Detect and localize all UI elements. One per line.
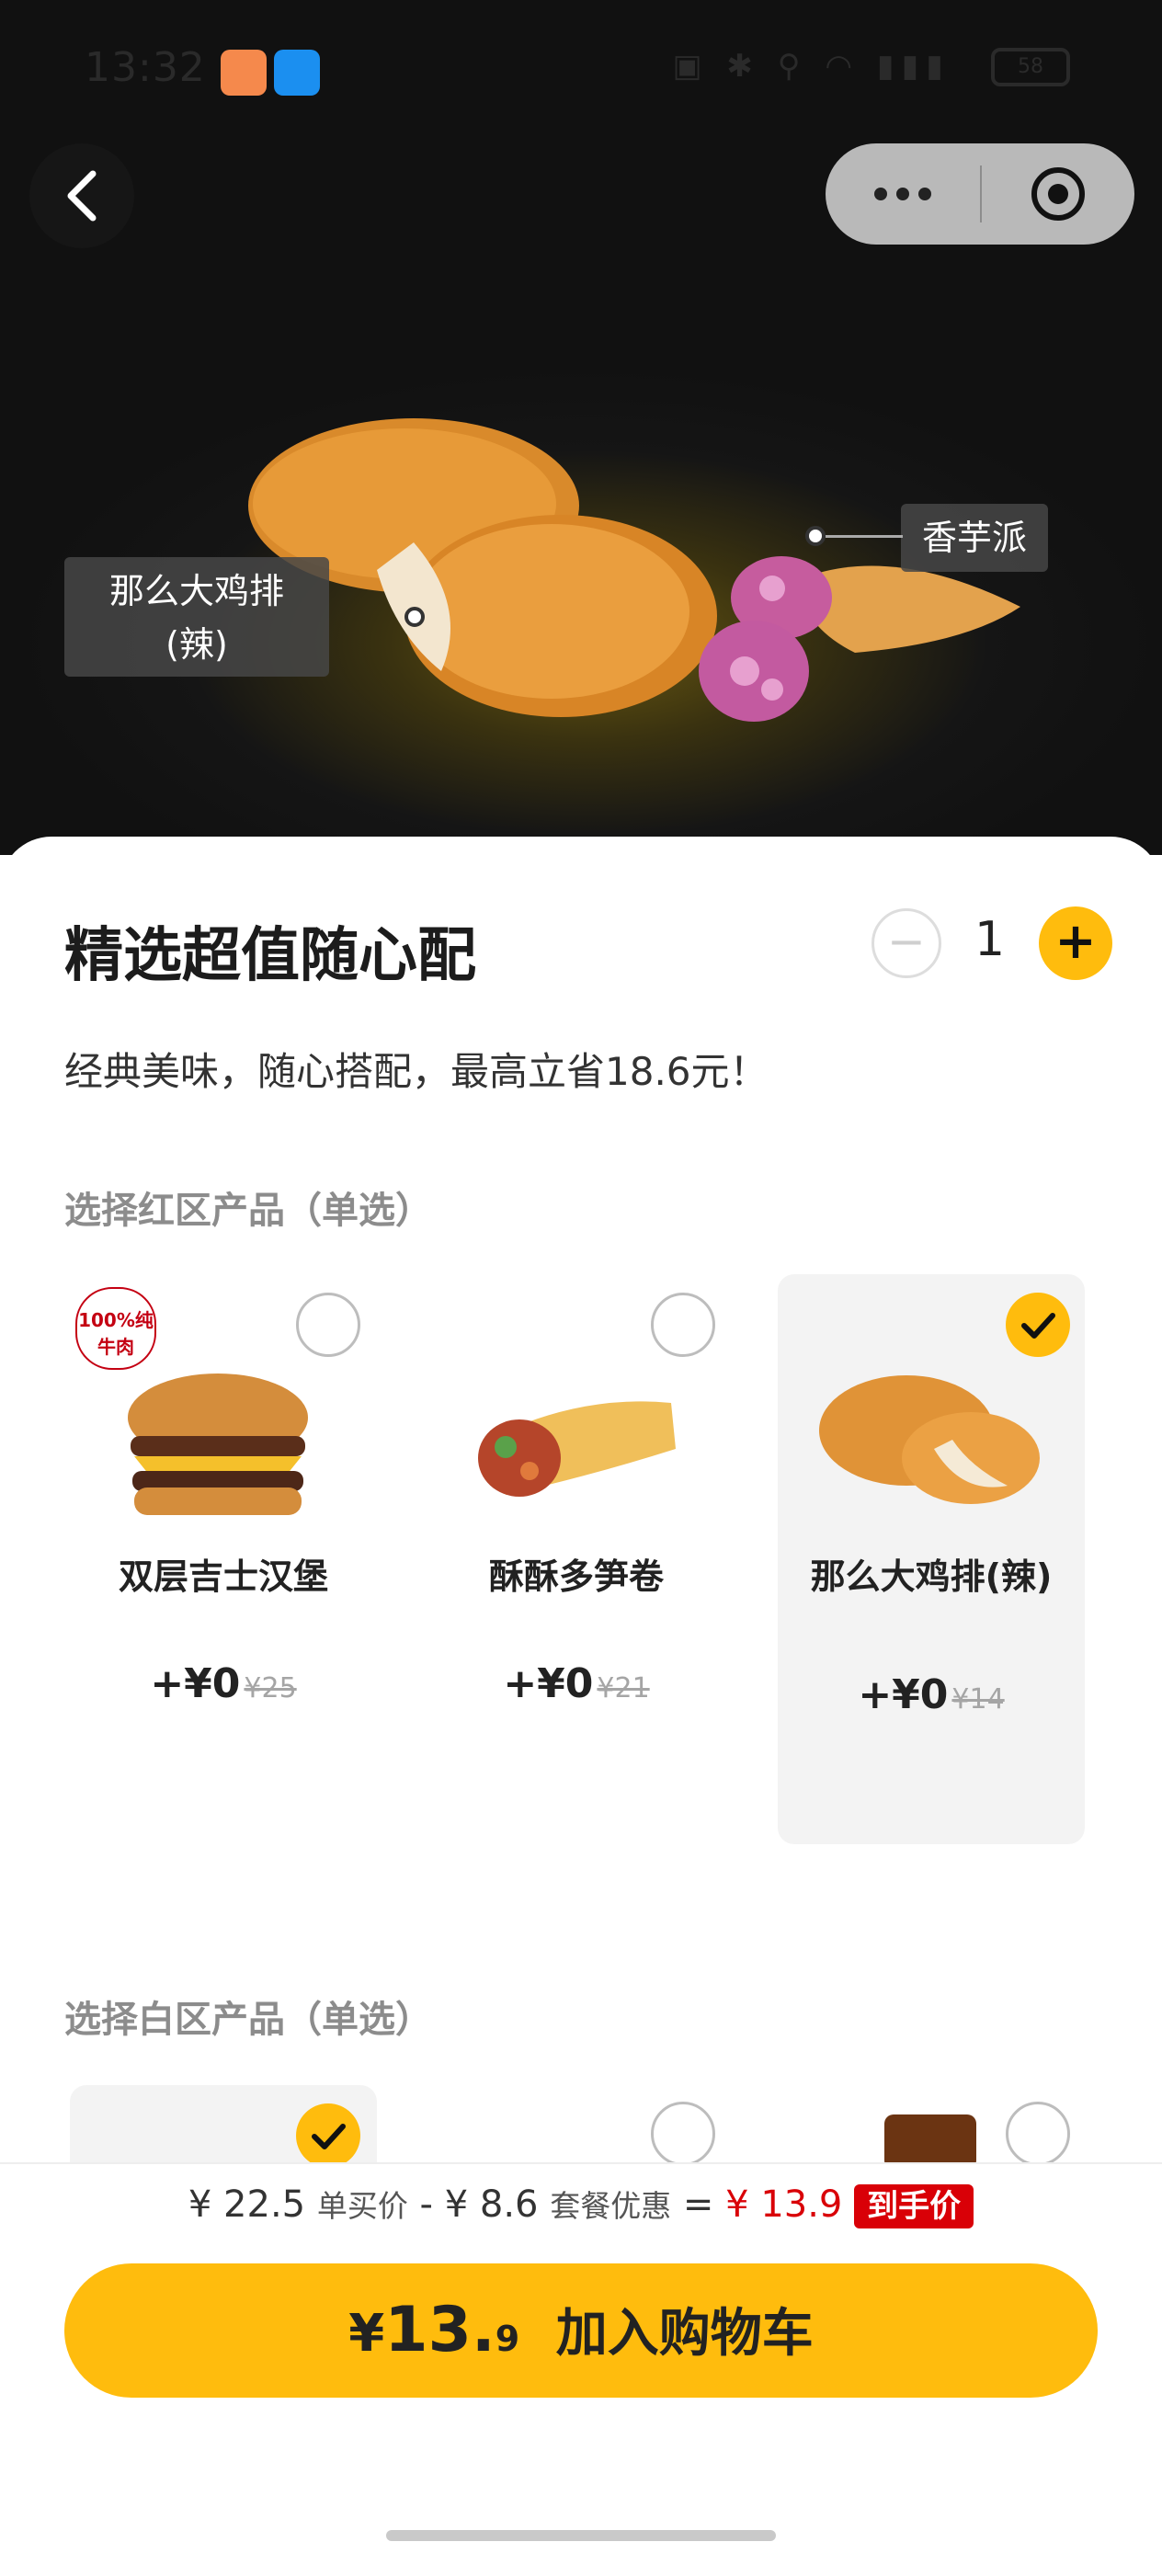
product-card-chicken-cutlet[interactable]: 那么大鸡排(辣) +¥0 ¥14 (778, 1274, 1085, 1844)
home-indicator[interactable] (386, 2530, 776, 2541)
add-to-cart-button[interactable]: ¥13.9 加入购物车 (64, 2263, 1098, 2398)
single-price: ¥ 22.5 (188, 2183, 306, 2226)
increase-quantity-button[interactable]: + (1039, 906, 1112, 980)
hero-label-pie: 香芋派 (901, 504, 1048, 572)
miniapp-capsule (826, 143, 1134, 245)
target-icon (1031, 167, 1085, 221)
product-price: +¥0 ¥25 (150, 1660, 297, 1707)
original-price: ¥21 (597, 1672, 650, 1704)
white-zone-card-3-radio[interactable] (1006, 2102, 1070, 2166)
select-radio[interactable] (651, 1293, 715, 1357)
final-price: ¥ 13.9 (725, 2183, 843, 2226)
single-price-label: 单买价 (316, 2188, 408, 2224)
select-radio[interactable] (296, 1293, 360, 1357)
product-name: 双层吉士汉堡 (118, 1556, 328, 1597)
final-price-badge: 到手价 (854, 2184, 974, 2228)
chevron-left-icon (67, 170, 97, 222)
more-options-button[interactable] (826, 188, 980, 200)
decrease-quantity-button[interactable]: − (872, 908, 941, 978)
check-icon (1021, 1313, 1055, 1339)
hero-label-chicken: 那么大鸡排 (辣) (64, 557, 329, 677)
product-name: 那么大鸡排(辣) (810, 1556, 1053, 1597)
product-name: 酥酥多笋卷 (488, 1556, 664, 1597)
burger-image (128, 1373, 308, 1515)
close-miniapp-button[interactable] (982, 164, 1134, 224)
wrap-image (478, 1401, 676, 1497)
discount-amount: ¥ 8.6 (444, 2183, 539, 2226)
app-notification-icon-2 (274, 50, 320, 96)
original-price: ¥25 (244, 1672, 297, 1704)
check-icon (312, 2124, 346, 2149)
quantity-value: 1 (974, 912, 1006, 967)
chocolate-snack-image (884, 2114, 976, 2170)
app-notification-icon (221, 50, 267, 96)
red-zone-label: 选择红区产品（单选） (64, 1190, 432, 1232)
discount-label: 套餐优惠 (550, 2188, 672, 2224)
product-description: 经典美味，随心搭配，最高立省18.6元！ (64, 1049, 769, 1094)
original-price: ¥14 (951, 1683, 1005, 1715)
product-price: +¥0 ¥14 (858, 1671, 1005, 1718)
select-radio-checked[interactable] (1006, 1293, 1070, 1357)
product-price: +¥0 ¥21 (503, 1660, 650, 1707)
price-summary: ¥ 22.5 单买价 - ¥ 8.6 套餐优惠 = ¥ 13.9 到手价 (0, 2181, 1162, 2228)
white-zone-label: 选择白区产品（单选） (64, 1999, 432, 2041)
back-button[interactable] (29, 143, 134, 248)
status-time: 13:32 (85, 44, 206, 91)
add-to-cart-label: 加入购物车 (555, 2304, 814, 2364)
hero-hotspot-chicken[interactable] (404, 607, 425, 627)
product-title: 精选超值随心配 (64, 922, 476, 990)
battery-indicator: 58 (991, 48, 1070, 86)
select-radio-checked[interactable] (296, 2103, 360, 2168)
beef-badge: 100%纯牛肉 (75, 1287, 156, 1370)
status-icons: ▣ ✱ ⚲ ◠ ▮▮▮ (672, 48, 951, 85)
chicken-cutlet-image (819, 1375, 1040, 1504)
product-card-crispy-wrap[interactable]: 酥酥多笋卷 +¥0 ¥21 (423, 1274, 730, 1844)
white-zone-card-2-radio[interactable] (651, 2102, 715, 2166)
product-card-double-cheeseburger[interactable]: 100%纯牛肉 双层吉士汉堡 +¥0 ¥25 (70, 1274, 377, 1844)
hero-hotspot-pie[interactable] (805, 526, 826, 546)
